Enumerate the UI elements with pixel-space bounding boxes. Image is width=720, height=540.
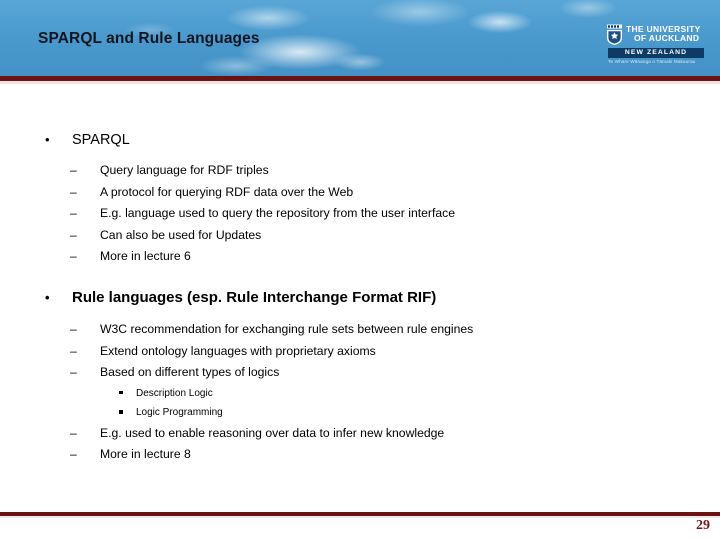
bullet-level3-label: Logic Programming xyxy=(136,407,223,418)
logo-wordmark: THE UNIVERSITY OF AUCKLAND xyxy=(606,22,716,46)
bullet-level2: – Extend ontology languages with proprie… xyxy=(0,341,720,363)
bullet-dot-icon: • xyxy=(45,290,50,305)
bullet-level2-label: W3C recommendation for exchanging rule s… xyxy=(100,322,474,336)
bullet-level2: – E.g. language used to query the reposi… xyxy=(0,203,720,225)
bullet-level2-label: Based on different types of logics xyxy=(100,365,280,379)
bullet-level3: Description Logic xyxy=(0,384,720,404)
bullet-dash-icon: – xyxy=(70,163,77,177)
bullet-level1-label: Rule languages (esp. Rule Interchange Fo… xyxy=(72,289,437,306)
bullet-level2: – A protocol for querying RDF data over … xyxy=(0,182,720,204)
bullet-square-icon xyxy=(119,390,123,394)
bullet-level2: – W3C recommendation for exchanging rule… xyxy=(0,319,720,341)
bullet-level2: – More in lecture 8 xyxy=(0,444,720,466)
slide-header-banner: SPARQL and Rule Languages THE UNIVERSITY… xyxy=(0,0,720,76)
bullet-level1-label: SPARQL xyxy=(72,132,130,148)
bullet-level1-rule-languages: • Rule languages (esp. Rule Interchange … xyxy=(0,288,720,308)
logo-text-block: THE UNIVERSITY OF AUCKLAND xyxy=(626,25,701,42)
bullet-level2: – More in lecture 6 xyxy=(0,246,720,268)
bullet-dash-icon: – xyxy=(70,343,77,358)
bullet-dash-icon: – xyxy=(70,447,77,461)
bullet-level2: – Can also be used for Updates xyxy=(0,225,720,247)
slide-number: 29 xyxy=(696,518,710,533)
footer-divider-light xyxy=(0,516,720,518)
crest-shield-icon xyxy=(607,24,622,45)
bullet-level2-label: E.g. language used to query the reposito… xyxy=(100,206,455,220)
bullet-dash-icon: – xyxy=(70,322,77,336)
logo-line-2: OF AUCKLAND xyxy=(634,33,700,43)
bullet-dot-icon: • xyxy=(45,132,50,147)
bullet-dash-icon: – xyxy=(70,425,77,440)
bullet-level2-label: More in lecture 6 xyxy=(100,249,191,263)
logo-country-banner: NEW ZEALAND xyxy=(608,48,704,58)
bullet-level1-sparql: • SPARQL xyxy=(0,130,720,150)
bullet-level3-label: Description Logic xyxy=(136,387,213,399)
bullet-level2-label: Extend ontology languages with proprieta… xyxy=(100,343,376,358)
bullet-level2-label: Can also be used for Updates xyxy=(100,227,262,242)
bullet-level2: – Query language for RDF triples xyxy=(0,160,720,182)
slide-content: • SPARQL – Query language for RDF triple… xyxy=(0,84,720,504)
bullet-level2: – E.g. used to enable reasoning over dat… xyxy=(0,423,720,445)
bullet-dash-icon: – xyxy=(70,249,77,263)
bullet-level2-label: E.g. used to enable reasoning over data … xyxy=(100,425,445,440)
logo-maori-motto: Te Whare Wānanga o Tāmaki Makaurau xyxy=(608,59,696,64)
page-title: SPARQL and Rule Languages xyxy=(38,30,260,47)
content-section-sparql: • SPARQL – Query language for RDF triple… xyxy=(0,130,720,268)
bullet-level3: Logic Programming xyxy=(0,403,720,423)
bullet-dash-icon: – xyxy=(70,206,77,220)
bullet-square-icon xyxy=(119,410,123,414)
bullet-level2-label: More in lecture 8 xyxy=(100,447,191,461)
bullet-dash-icon: – xyxy=(70,227,77,242)
bullet-dash-icon: – xyxy=(70,365,77,379)
content-section-rule-languages: • Rule languages (esp. Rule Interchange … xyxy=(0,288,720,466)
university-logo: THE UNIVERSITY OF AUCKLAND NEW ZEALAND T… xyxy=(606,22,716,68)
bullet-level2: – Based on different types of logics xyxy=(0,362,720,384)
bullet-level2-label: A protocol for querying RDF data over th… xyxy=(100,184,354,199)
bullet-dash-icon: – xyxy=(70,184,77,199)
bullet-level2-label: Query language for RDF triples xyxy=(100,163,269,177)
